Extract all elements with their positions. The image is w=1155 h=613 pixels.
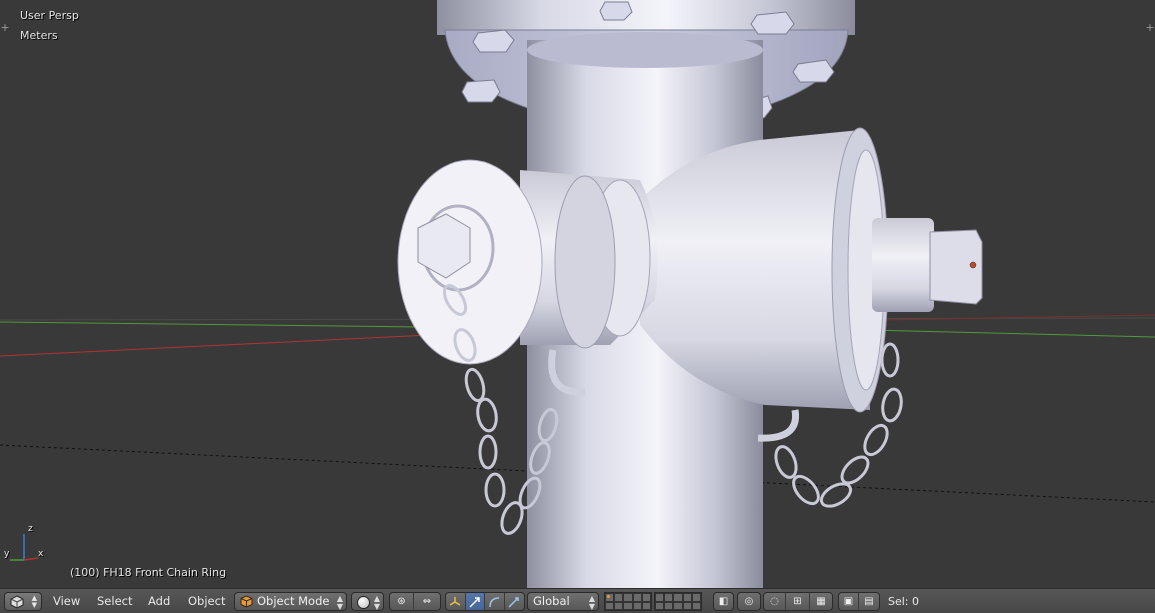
layer-button[interactable] (632, 601, 642, 610)
translate-icon[interactable] (465, 593, 485, 610)
mode-label: Object Mode (257, 594, 330, 608)
layer-button[interactable] (641, 601, 651, 610)
editor-type-button[interactable]: ▲ ▼ (4, 592, 42, 611)
object-cube-icon (240, 595, 253, 608)
right-cap-nut-base (872, 218, 934, 312)
snap-element-icon[interactable]: ⇔ (414, 593, 440, 610)
snap-grid-icon[interactable]: ▦ (810, 593, 832, 610)
chevron-updown-icon: ▲ ▼ (31, 594, 37, 609)
snap-magnet-icon[interactable]: ◌ (764, 593, 786, 610)
scale-icon[interactable] (505, 593, 524, 610)
right-hook (757, 409, 800, 442)
gizmo-x-label: x (38, 549, 44, 559)
manipulator-toggle-icon[interactable] (446, 593, 466, 610)
layer-button[interactable] (641, 593, 651, 602)
layer-button[interactable] (632, 593, 642, 602)
snap-target-icon[interactable]: ⊞ (786, 593, 810, 610)
layer-button[interactable] (655, 593, 665, 602)
viewport-header: ▲ ▼ View Select Add Object Object Mode ▲ ▼… (0, 588, 1155, 613)
scene-canvas[interactable] (0, 0, 1155, 588)
units-label: Meters (20, 29, 58, 42)
view-name-label: User Persp (20, 9, 79, 22)
gizmo-y-label: y (4, 549, 10, 559)
pivot-group[interactable]: ⊛ ⇔ (389, 592, 441, 611)
transform-orientation-dropdown[interactable]: Global ▲ ▼ (527, 592, 599, 611)
layer-buttons[interactable] (604, 592, 652, 611)
rotate-icon[interactable] (485, 593, 505, 610)
layer-button[interactable] (605, 601, 615, 610)
layer-button[interactable] (691, 593, 701, 602)
layer-button[interactable] (614, 593, 624, 602)
chevron-updown-icon: ▲ ▼ (588, 594, 595, 611)
layer-button[interactable] (623, 601, 633, 610)
y-axis-line (0, 321, 421, 328)
layer-lock-icon[interactable]: ◧ (714, 593, 733, 610)
menu-object[interactable]: Object (188, 593, 225, 610)
manipulator-group[interactable] (445, 592, 525, 611)
3d-viewport[interactable]: User Persp Meters (100) FH18 Front Chain… (0, 0, 1155, 588)
axis-gizmo (10, 534, 39, 561)
snap-group[interactable]: ◌ ⊞ ▦ (763, 592, 833, 611)
y-axis-line-right (869, 329, 1155, 338)
render-group[interactable]: ▣ ▤ (838, 592, 880, 611)
viewport-shading-dropdown[interactable]: ▲ ▼ (351, 592, 384, 611)
menu-add[interactable]: Add (148, 593, 170, 610)
proportional-edit-group[interactable]: ◎ (737, 592, 761, 611)
3d-view-icon (10, 595, 24, 609)
render-still-icon[interactable]: ▣ (839, 593, 859, 610)
layer-button[interactable] (673, 601, 683, 610)
x-axis-line-right (879, 314, 1155, 321)
active-object-label: (100) FH18 Front Chain Ring (70, 566, 227, 579)
layer-button[interactable] (605, 593, 615, 602)
layer-button[interactable] (655, 601, 665, 610)
layer-button[interactable] (664, 601, 674, 610)
orientation-label: Global (533, 594, 570, 608)
x-axis-line (0, 332, 471, 357)
gizmo-z-label: z (28, 524, 33, 534)
layer-button[interactable] (682, 601, 692, 610)
layer-button[interactable] (682, 593, 692, 602)
solid-sphere-icon (357, 596, 370, 609)
properties-expand-icon[interactable]: + (1145, 22, 1155, 34)
mode-dropdown[interactable]: Object Mode ▲ ▼ (234, 592, 347, 611)
layer-buttons-2[interactable] (654, 592, 702, 611)
layer-lock-group[interactable]: ◧ (713, 592, 734, 611)
layer-button[interactable] (673, 593, 683, 602)
pivot-point-icon[interactable]: ⊛ (390, 593, 414, 610)
chevron-updown-icon: ▲ ▼ (373, 594, 380, 611)
chevron-updown-icon: ▲ ▼ (336, 594, 343, 611)
menu-select[interactable]: Select (97, 593, 132, 610)
layer-button[interactable] (614, 601, 624, 610)
layer-button[interactable] (623, 593, 633, 602)
selection-count: Sel: 0 (888, 595, 920, 608)
menu-view[interactable]: View (53, 593, 80, 610)
render-animation-icon[interactable]: ▤ (859, 593, 879, 610)
proportional-editing-icon[interactable]: ◎ (738, 593, 760, 610)
layer-button[interactable] (691, 601, 701, 610)
layer-button[interactable] (664, 593, 674, 602)
toolshelf-expand-icon[interactable]: + (0, 22, 10, 34)
barrel-top-rim (527, 32, 763, 68)
